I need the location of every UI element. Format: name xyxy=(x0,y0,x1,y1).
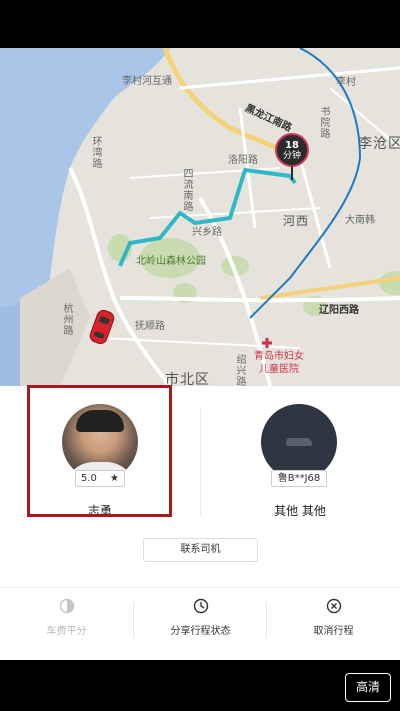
fare-split-button[interactable]: 车费平分 xyxy=(0,598,133,642)
map-label-li-cun: 李村 xyxy=(336,77,356,88)
vehicle-card[interactable]: 鲁B**J68 其他 其他 xyxy=(200,386,400,526)
map-label-jie-yang-lu: 洛阳路 xyxy=(228,155,258,166)
eta-unit: 分钟 xyxy=(282,151,301,161)
contact-driver-button[interactable]: 联系司机 xyxy=(143,538,258,562)
map-label-hospital: 青岛市妇女 儿童医院 xyxy=(254,351,304,375)
eta-number: 18 xyxy=(285,140,299,151)
fare-split-icon xyxy=(59,598,74,614)
map-label-bei-ling-shan-park: 北岭山森林公园 xyxy=(136,256,206,267)
map-view[interactable]: 李村河互通 环湾路 黑龙江南路 李沧区 李村 洛阳路 四流南路 书院路 河西 大… xyxy=(0,48,400,386)
share-trip-button[interactable]: 分享行程状态 xyxy=(134,598,267,642)
map-label-he-xi: 河西 xyxy=(283,214,310,228)
road-minor-2 xyxy=(238,107,257,229)
license-plate-badge: 鲁B**J68 xyxy=(271,470,327,487)
road-major-2 xyxy=(68,167,172,386)
map-label-li-cun-he-interchange: 李村河互通 xyxy=(122,76,172,87)
hospital-icon xyxy=(262,338,272,348)
map-label-hang-zhou-lu: 杭州路 xyxy=(61,303,72,336)
road-major-4 xyxy=(119,296,400,303)
road-minor-1 xyxy=(179,66,400,90)
destination-eta-pin[interactable]: 18 分钟 xyxy=(275,133,309,183)
clock-icon xyxy=(193,598,208,614)
car-silhouette-icon xyxy=(286,438,312,446)
map-label-xing-xiang-lu: 兴乡路 xyxy=(192,227,222,238)
cancel-icon xyxy=(326,598,341,614)
cancel-trip-button[interactable]: 取消行程 xyxy=(267,598,400,642)
map-label-li-cang-district: 李沧区 xyxy=(358,136,400,152)
eta-badge: 18 分钟 xyxy=(275,133,309,167)
map-label-shi-kou-lu: 书院路 xyxy=(318,106,329,139)
screen: 李村河互通 环湾路 黑龙江南路 李沧区 李村 洛阳路 四流南路 书院路 河西 大… xyxy=(0,0,400,711)
share-trip-label: 分享行程状态 xyxy=(170,626,231,637)
map-label-da-nan-zhuang: 大南韩 xyxy=(345,215,375,226)
vehicle-description: 其他 其他 xyxy=(274,504,326,518)
map-label-fu-shun-lu: 抚顺路 xyxy=(135,321,165,332)
map-graphics xyxy=(0,48,400,386)
metro-line xyxy=(249,48,362,319)
map-label-shao-xing-lu: 绍兴路 xyxy=(234,354,245,386)
map-label-si-liu-nan-lu: 四流南路 xyxy=(181,168,192,212)
trip-panel: 5.0 ★ 志勇 鲁B**J68 其他 其他 联系司机 车费平分 分享行程状态 … xyxy=(0,385,400,660)
vehicle-avatar xyxy=(261,404,337,480)
annotation-highlight-box xyxy=(27,385,172,517)
pin-stick xyxy=(291,166,293,180)
green-area-6 xyxy=(379,271,400,295)
actions-divider xyxy=(0,587,400,588)
map-label-huan-wan-lu: 环湾路 xyxy=(90,136,101,169)
map-label-liao-yang-xi-lu: 辽阳西路 xyxy=(319,305,359,316)
hd-quality-button[interactable]: 高清 xyxy=(345,673,391,702)
fare-split-label: 车费平分 xyxy=(46,626,87,637)
cancel-trip-label: 取消行程 xyxy=(313,626,354,637)
